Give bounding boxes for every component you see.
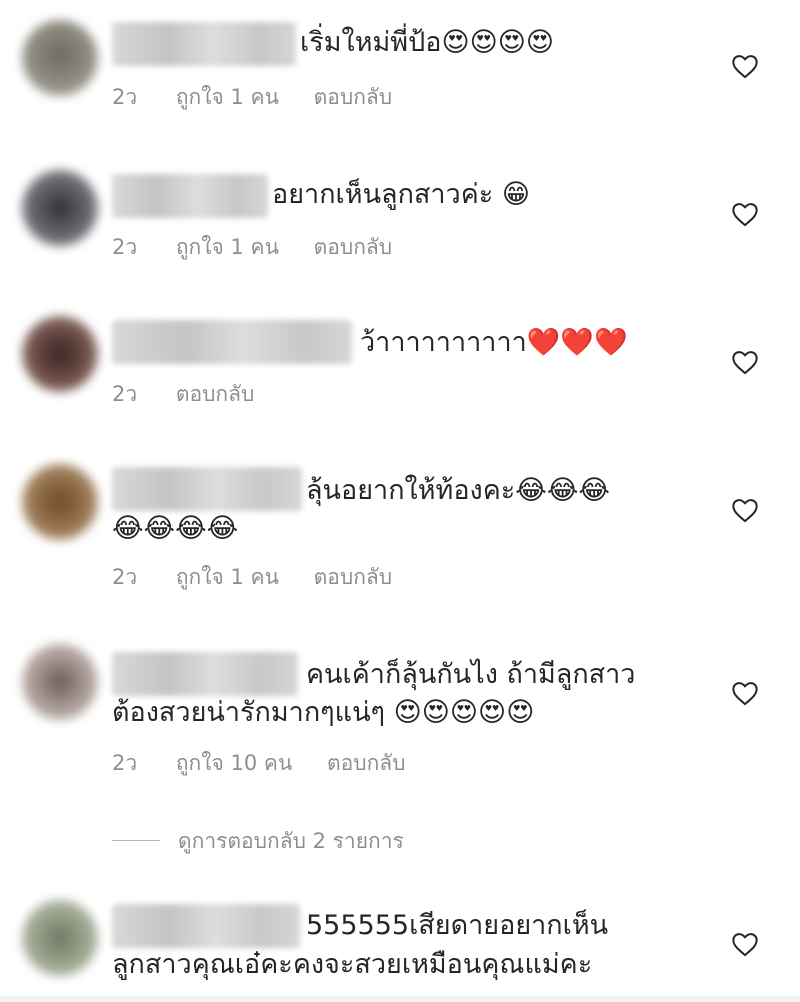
comment-text: ว้าาาาาาาาาา❤️❤️❤️ — [360, 327, 628, 358]
heart-icon[interactable] — [731, 349, 759, 375]
reply-button[interactable]: ตอบกลับ — [176, 379, 255, 409]
username-blurred[interactable] — [112, 467, 302, 511]
comment-meta: 2ว ถูกใจ 1 คน ตอบกลับ — [112, 82, 420, 112]
avatar[interactable] — [22, 644, 98, 720]
replies-divider-line — [112, 839, 160, 841]
avatar[interactable] — [22, 900, 98, 976]
username-blurred[interactable] — [112, 22, 296, 66]
comment-text: เริ่มใหม่พี่ป้อ😍😍😍😍 — [300, 27, 555, 58]
reply-button[interactable]: ตอบกลับ — [314, 562, 393, 592]
comment-meta: 2ว ถูกใจ 1 คน ตอบกลับ — [112, 562, 420, 592]
comment-text: อยากเห็นลูกสาวค่ะ 😁 — [272, 179, 531, 210]
comment-time: 2ว — [112, 751, 138, 775]
comment-time: 2ว — [112, 382, 138, 406]
heart-icon[interactable] — [731, 680, 759, 706]
comment-text-line-2: ลูกสาวคุณเอ๋คะคงจะสวยเหมือนคุณแม่คะ — [112, 949, 593, 980]
avatar[interactable] — [22, 170, 98, 246]
comment-meta: 2ว ถูกใจ 1 คน ตอบกลับ — [112, 232, 420, 262]
reply-button[interactable]: ตอบกลับ — [314, 82, 393, 112]
heart-icon[interactable] — [731, 497, 759, 523]
reply-button[interactable]: ตอบกลับ — [314, 232, 393, 262]
likes-count-link[interactable]: ถูกใจ 10 คน — [176, 748, 292, 778]
comment-time: 2ว — [112, 85, 138, 109]
heart-icon[interactable] — [731, 931, 759, 957]
heart-icon[interactable] — [731, 201, 759, 227]
username-blurred[interactable] — [112, 320, 352, 364]
comment-text: ลุ้นอยากให้ท้องคะ😂😂😂 — [306, 475, 610, 506]
reply-button[interactable]: ตอบกลับ — [327, 748, 406, 778]
username-blurred[interactable] — [112, 174, 268, 218]
bottom-divider — [0, 996, 800, 1002]
view-replies-button[interactable]: ดูการตอบกลับ 2 รายการ — [112, 826, 404, 856]
comment-text-line-2: ต้องสวยน่ารักมากๆแน่ๆ 😍😍😍😍😍 — [112, 697, 535, 728]
view-replies-label: ดูการตอบกลับ 2 รายการ — [178, 829, 404, 853]
avatar[interactable] — [22, 464, 98, 540]
heart-icon[interactable] — [731, 53, 759, 79]
likes-count-link[interactable]: ถูกใจ 1 คน — [176, 82, 279, 112]
avatar[interactable] — [22, 316, 98, 392]
avatar[interactable] — [22, 20, 98, 96]
comment-text-line-2: 😂😂😂😂 — [112, 513, 239, 544]
comment-text: 555555เสียดายอยากเห็น — [306, 910, 609, 941]
likes-count-link[interactable]: ถูกใจ 1 คน — [176, 562, 279, 592]
likes-count-link[interactable]: ถูกใจ 1 คน — [176, 232, 279, 262]
comment-time: 2ว — [112, 565, 138, 589]
comment-text: คนเค้าก็ลุ้นกันไง ถ้ามีลูกสาว — [306, 659, 636, 690]
comment-meta: 2ว ตอบกลับ — [112, 379, 282, 409]
comment-meta: 2ว ถูกใจ 10 คน ตอบกลับ — [112, 748, 434, 778]
username-blurred[interactable] — [112, 904, 300, 948]
username-blurred[interactable] — [112, 652, 298, 696]
comment-time: 2ว — [112, 235, 138, 259]
